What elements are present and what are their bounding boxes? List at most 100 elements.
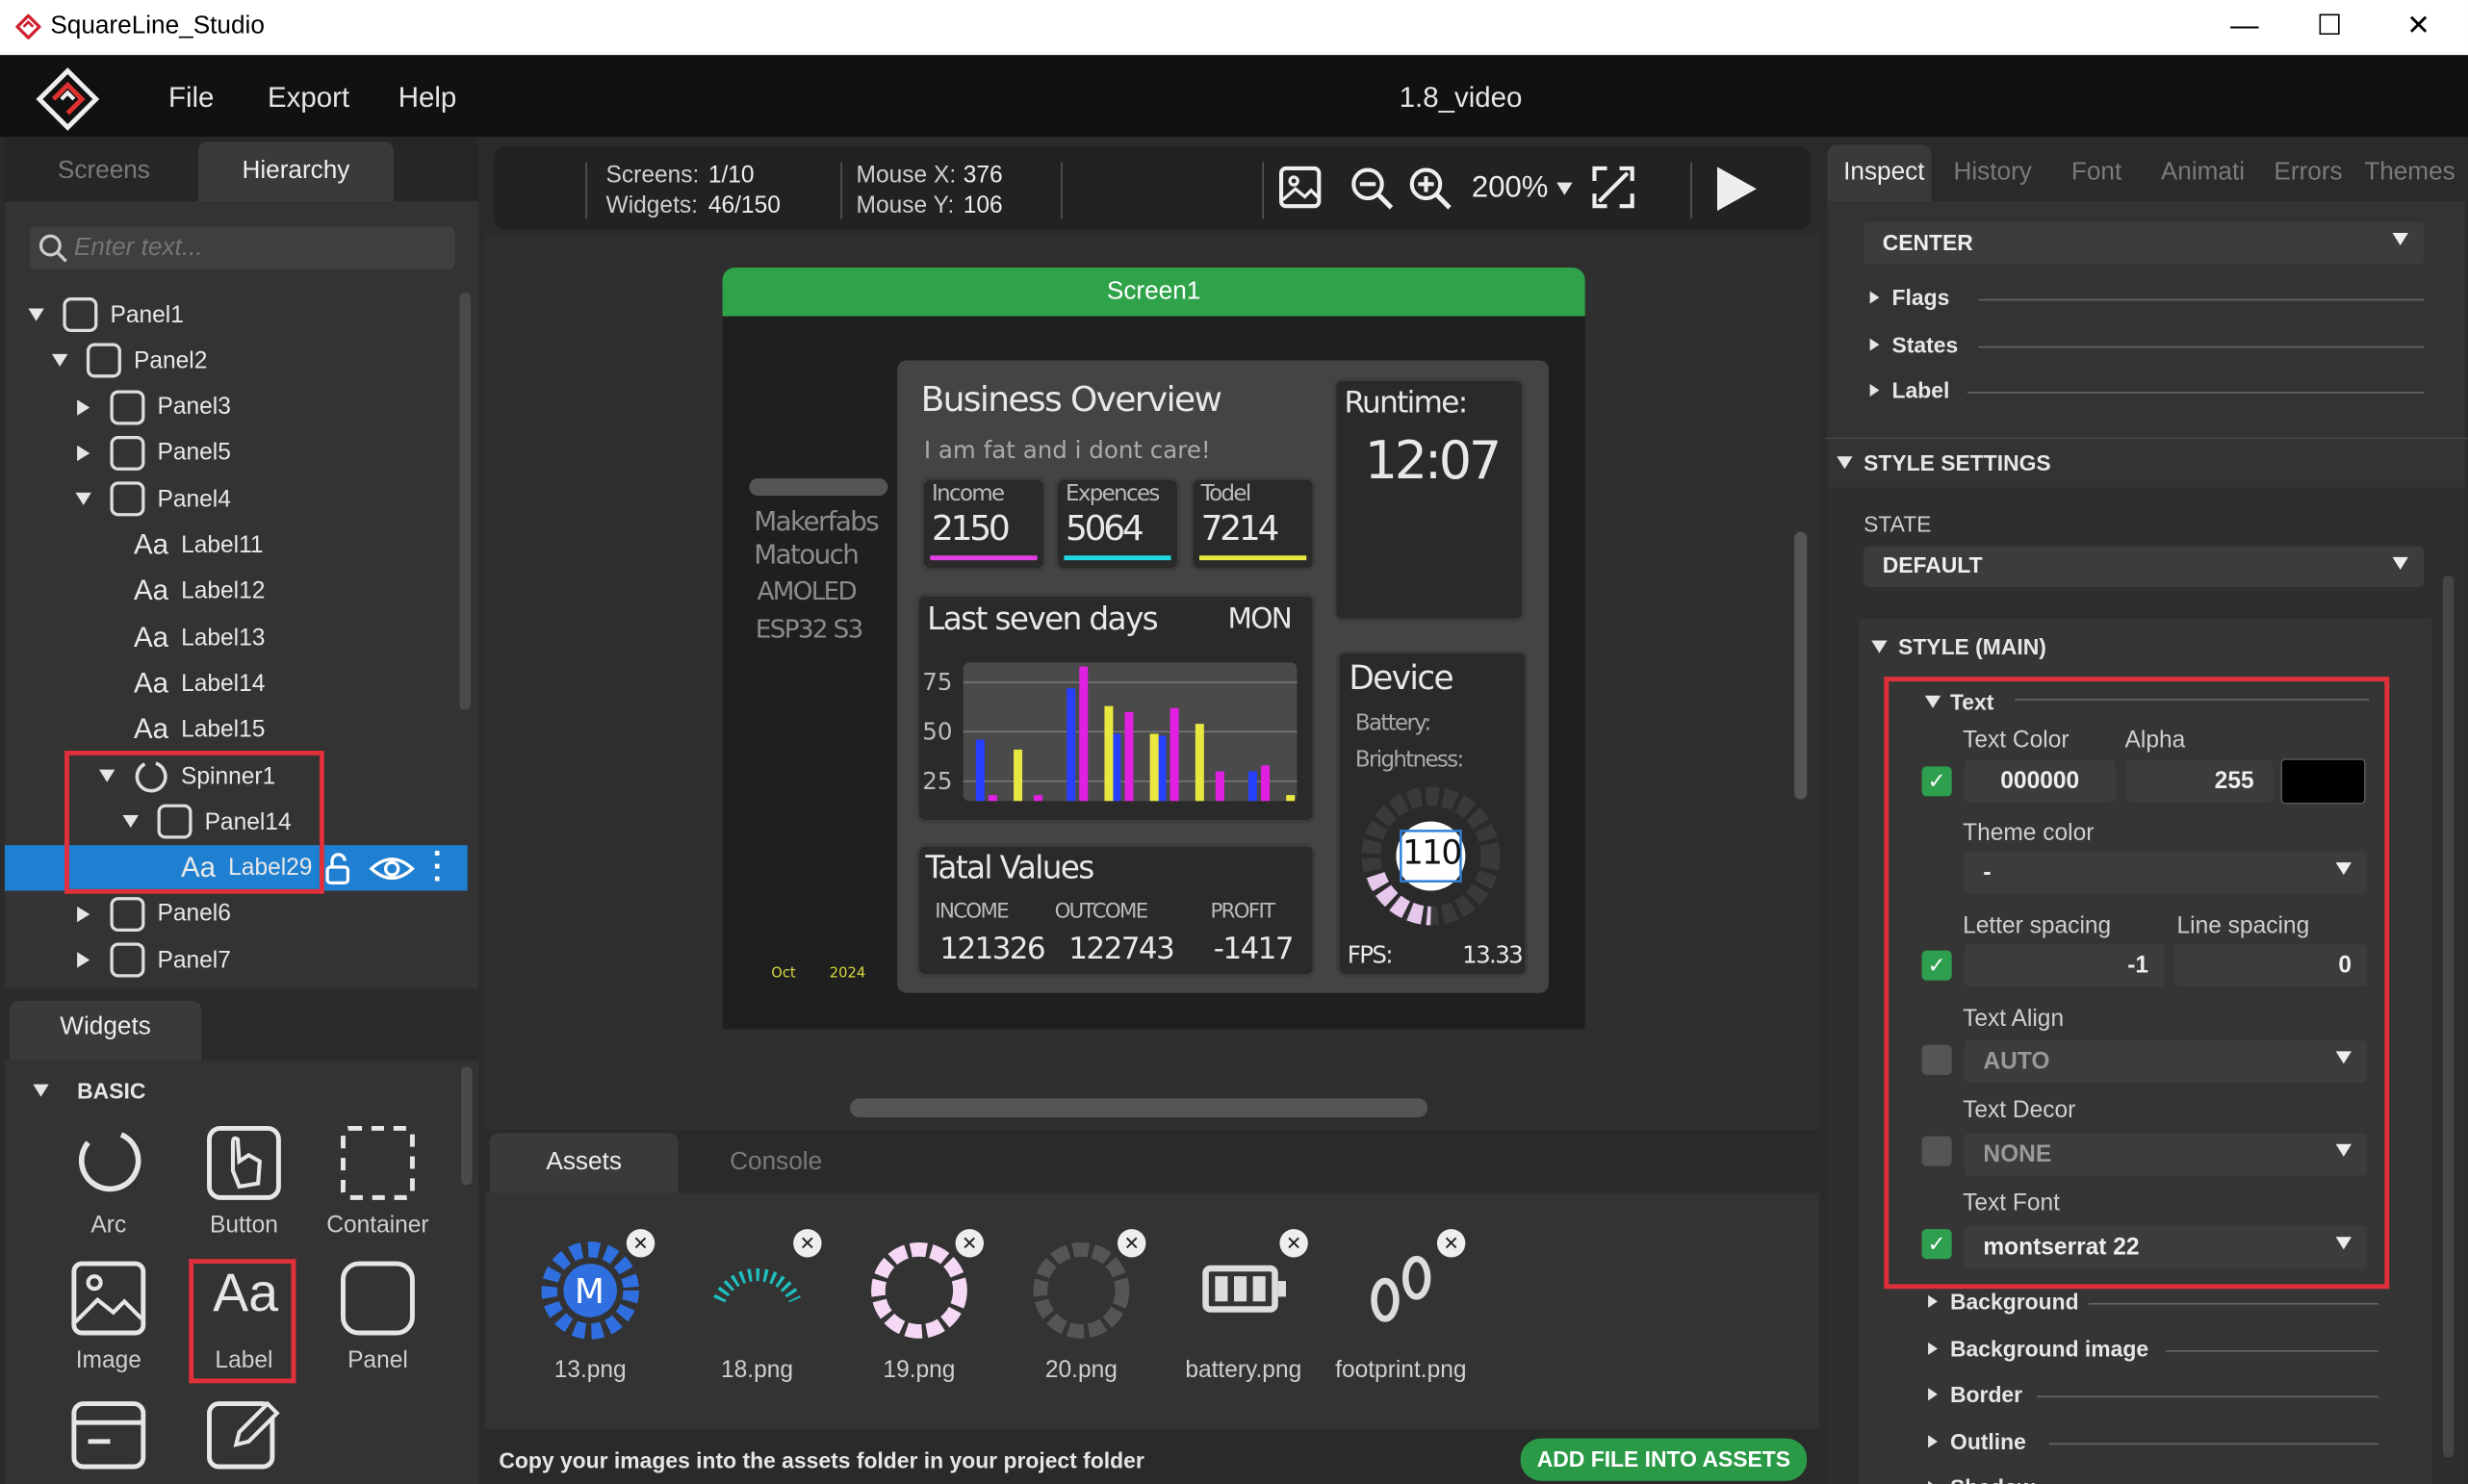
textarea-widget-icon[interactable] <box>205 1394 284 1473</box>
section-background[interactable]: Background <box>1950 1289 2079 1314</box>
tree-item-panel1[interactable]: Panel1 <box>19 293 184 337</box>
tab-hierarchy[interactable]: Hierarchy <box>198 158 394 186</box>
tree-item-label15[interactable]: Aa Label15 <box>90 707 265 752</box>
caret-right-icon[interactable] <box>1928 1294 1938 1308</box>
section-border[interactable]: Border <box>1950 1382 2022 1407</box>
style-settings-toggle-icon[interactable] <box>1837 456 1853 470</box>
section-background-image[interactable]: Background image <box>1950 1335 2148 1360</box>
widget-arc-label: Arc <box>90 1212 127 1239</box>
tab-history[interactable]: History <box>1938 159 2047 187</box>
background-image-icon[interactable] <box>1278 166 1323 210</box>
tree-item-panel3[interactable]: Panel3 <box>66 385 231 429</box>
minimize-button[interactable]: — <box>2230 10 2258 42</box>
remove-asset-icon[interactable]: ✕ <box>1279 1229 1308 1258</box>
tree-item-panel6[interactable]: Panel6 <box>66 892 231 936</box>
squareline-logo-icon[interactable] <box>35 66 101 133</box>
menu-export[interactable]: Export <box>268 82 349 115</box>
section-shadow[interactable]: Shadow <box>1950 1474 2035 1484</box>
remove-asset-icon[interactable]: ✕ <box>1117 1229 1146 1258</box>
search-input[interactable] <box>73 231 436 265</box>
search-box[interactable] <box>30 226 455 269</box>
tree-toggle-icon[interactable] <box>66 445 101 461</box>
bar-chart: 75 50 25 <box>922 662 1298 802</box>
tab-inspect[interactable]: Inspect <box>1831 159 1938 187</box>
tree-item-label13[interactable]: Aa Label13 <box>90 616 265 660</box>
tab-font[interactable]: Font <box>2047 159 2145 187</box>
zoom-in-icon[interactable] <box>1407 166 1454 213</box>
tab-assets[interactable]: Assets <box>490 1149 679 1177</box>
zoom-dropdown-icon[interactable] <box>1556 182 1573 195</box>
collapse-basic-icon[interactable] <box>33 1084 49 1097</box>
tree-toggle-icon[interactable] <box>66 398 101 416</box>
asset-item[interactable]: battery.png <box>1172 1237 1314 1383</box>
tab-errors[interactable]: Errors <box>2260 159 2356 187</box>
caret-right-icon[interactable] <box>1869 383 1880 397</box>
section-flags[interactable]: Flags <box>1892 285 1950 310</box>
caret-right-icon[interactable] <box>1928 1342 1938 1355</box>
fit-screen-icon[interactable] <box>1591 166 1635 210</box>
canvas-vscroll[interactable] <box>1794 531 1808 800</box>
style-main-toggle-icon[interactable] <box>1871 640 1888 653</box>
tree-item-label12[interactable]: Aa Label12 <box>90 570 265 614</box>
hierarchy-scrollbar[interactable] <box>459 293 471 710</box>
tree-toggle-icon[interactable] <box>42 354 77 368</box>
zoom-level[interactable]: 200% <box>1472 171 1548 206</box>
section-outline[interactable]: Outline <box>1950 1428 2026 1453</box>
asset-item[interactable]: 20.png <box>1011 1237 1152 1383</box>
asset-item[interactable]: M 13.png <box>520 1237 661 1383</box>
remove-asset-icon[interactable]: ✕ <box>955 1229 984 1258</box>
totals-title: Tatal Values <box>925 848 1094 886</box>
menu-file[interactable]: File <box>168 82 214 115</box>
align-dropdown[interactable]: CENTER <box>1864 221 2425 265</box>
remove-asset-icon[interactable]: ✕ <box>1436 1229 1466 1258</box>
tree-item-panel2[interactable]: Panel2 <box>42 339 207 383</box>
tree-toggle-icon[interactable] <box>19 308 54 321</box>
tree-item-label11[interactable]: Aa Label11 <box>90 524 264 568</box>
tree-item-panel7[interactable]: Panel7 <box>66 938 231 983</box>
close-button[interactable]: ✕ <box>2406 10 2430 42</box>
tree-toggle-icon[interactable] <box>66 906 101 923</box>
zoom-out-icon[interactable] <box>1349 166 1396 213</box>
button-icon[interactable] <box>205 1124 284 1203</box>
caret-right-icon[interactable] <box>1928 1388 1938 1401</box>
image-icon[interactable] <box>69 1259 148 1338</box>
caret-right-icon[interactable] <box>1869 291 1880 304</box>
container-icon[interactable] <box>339 1124 418 1203</box>
inspector-scrollbar[interactable] <box>2442 576 2455 1458</box>
section-states[interactable]: States <box>1892 331 1959 356</box>
tab-screens[interactable]: Screens <box>17 158 191 186</box>
caret-right-icon[interactable] <box>1928 1434 1938 1447</box>
asset-item[interactable]: 18.png <box>686 1237 828 1383</box>
unlock-icon[interactable] <box>321 851 356 885</box>
gauge-value[interactable]: 110 <box>1402 834 1462 872</box>
arc-icon[interactable] <box>69 1124 148 1203</box>
play-icon[interactable] <box>1710 164 1761 214</box>
tree-item-panel4[interactable]: Panel4 <box>66 477 231 522</box>
state-dropdown[interactable]: DEFAULT <box>1864 546 2425 587</box>
remove-asset-icon[interactable]: ✕ <box>626 1229 656 1258</box>
asset-item[interactable]: footprint.png <box>1330 1237 1472 1383</box>
tab-console[interactable]: Console <box>681 1149 870 1177</box>
more-options-icon[interactable]: · · · <box>433 838 444 895</box>
tab-widgets[interactable]: Widgets <box>10 1013 201 1041</box>
canvas-hscroll[interactable] <box>850 1098 1428 1117</box>
tree-item-label14[interactable]: Aa Label14 <box>90 661 265 705</box>
dropdown-widget-icon[interactable] <box>69 1394 148 1473</box>
maximize-button[interactable]: ☐ <box>2317 10 2342 42</box>
tab-themes[interactable]: Themes <box>2356 159 2463 187</box>
tree-item-panel5[interactable]: Panel5 <box>66 431 231 475</box>
chart-bar <box>1124 711 1134 802</box>
eye-icon[interactable] <box>369 853 416 884</box>
menu-help[interactable]: Help <box>398 82 457 115</box>
tree-toggle-icon[interactable] <box>66 493 101 506</box>
section-label[interactable]: Label <box>1892 377 1950 402</box>
add-file-button[interactable]: ADD FILE INTO ASSETS <box>1520 1438 1808 1481</box>
asset-item[interactable]: 19.png <box>848 1237 990 1383</box>
panel-icon[interactable] <box>339 1259 418 1338</box>
tree-toggle-icon[interactable] <box>66 952 101 968</box>
caret-right-icon[interactable] <box>1869 337 1880 350</box>
screen-preview[interactable]: Makerfabs Matouch AMOLED ESP32 S3 Oct 20… <box>722 316 1585 1030</box>
tab-animati[interactable]: Animati <box>2146 159 2260 187</box>
screen-tab[interactable]: Screen1 <box>722 267 1585 317</box>
remove-asset-icon[interactable]: ✕ <box>793 1229 822 1258</box>
